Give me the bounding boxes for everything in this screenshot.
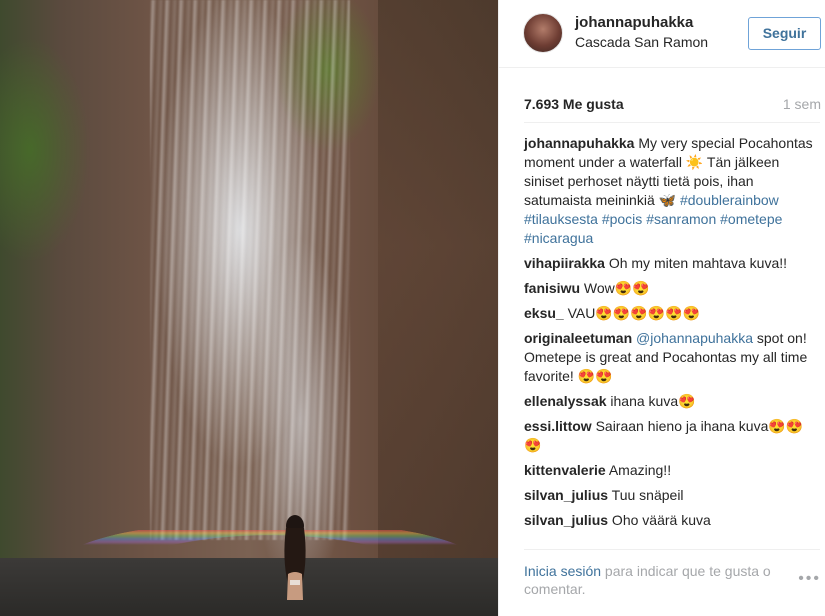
comment-username[interactable]: originaleetuman <box>524 330 632 346</box>
waterfall <box>150 0 350 540</box>
comment-username[interactable]: kittenvalerie <box>524 462 606 478</box>
comment-mention[interactable]: @johannapuhakka <box>632 330 753 346</box>
comment-text: Wow😍😍 <box>580 280 650 296</box>
comment-text: Oho väärä kuva <box>608 512 711 528</box>
login-prompt: Inicia sesión para indicar que te gusta … <box>524 562 794 598</box>
follow-button[interactable]: Seguir <box>748 17 821 50</box>
comment-text: Amazing!! <box>605 462 672 478</box>
moss-left <box>0 0 90 280</box>
caption: johannapuhakka My very special Pocahonta… <box>524 134 816 248</box>
comment: vihapiirakka Oh my miten mahtava kuva!! <box>524 254 816 273</box>
avatar[interactable] <box>523 13 563 53</box>
comment: silvan_julius Oho väärä kuva <box>524 511 816 530</box>
comment-username[interactable]: fanisiwu <box>524 280 580 296</box>
comment: ellenalyssak ihana kuva😍 <box>524 392 816 411</box>
hashtag[interactable]: #sanramon <box>646 211 716 227</box>
caption-username[interactable]: johannapuhakka <box>524 135 634 151</box>
comment: kittenvalerie Amazing!! <box>524 461 816 480</box>
post-header: johannapuhakka Cascada San Ramon Seguir <box>499 0 825 68</box>
login-link[interactable]: Inicia sesión <box>524 563 601 579</box>
comment: originaleetuman @johannapuhakka spot on!… <box>524 329 816 386</box>
comment-username[interactable]: silvan_julius <box>524 512 608 528</box>
hashtag[interactable]: #ometepe <box>720 211 782 227</box>
comment-text: Tuu snäpeil <box>608 487 684 503</box>
hashtag[interactable]: #nicaragua <box>524 230 593 246</box>
comment-username[interactable]: silvan_julius <box>524 487 608 503</box>
comment: eksu_ VAU😍😍😍😍😍😍 <box>524 304 816 323</box>
hashtag[interactable]: #doublerainbow <box>680 192 779 208</box>
comment-text: VAU😍😍😍😍😍😍 <box>563 305 700 321</box>
ellipsis-icon[interactable]: ••• <box>798 570 821 588</box>
comments-list: johannapuhakka My very special Pocahonta… <box>524 134 816 536</box>
divider <box>524 549 820 550</box>
comment: fanisiwu Wow😍😍 <box>524 279 816 298</box>
person-figure <box>284 515 306 600</box>
hashtag[interactable]: #pocis <box>602 211 642 227</box>
post-photo[interactable] <box>0 0 498 616</box>
location-link[interactable]: Cascada San Ramon <box>575 34 708 50</box>
comment: essi.littow Sairaan hieno ja ihana kuva😍… <box>524 417 816 455</box>
hashtag[interactable]: #tilauksesta <box>524 211 598 227</box>
divider <box>524 122 820 123</box>
pool-water <box>0 558 498 616</box>
comment-text: Oh my miten mahtava kuva!! <box>604 255 788 271</box>
post-age[interactable]: 1 sem <box>783 96 821 112</box>
comment-username[interactable]: vihapiirakka <box>524 255 605 271</box>
post-panel: johannapuhakka Cascada San Ramon Seguir … <box>498 0 825 616</box>
comment-username[interactable]: eksu_ <box>524 305 564 321</box>
comment: silvan_julius Tuu snäpeil <box>524 486 816 505</box>
comment-username[interactable]: ellenalyssak <box>524 393 607 409</box>
comment-text: ihana kuva😍 <box>606 393 696 409</box>
header-username[interactable]: johannapuhakka <box>575 14 693 31</box>
likes-count[interactable]: 7.693 Me gusta <box>524 96 624 112</box>
comment-username[interactable]: essi.littow <box>524 418 592 434</box>
